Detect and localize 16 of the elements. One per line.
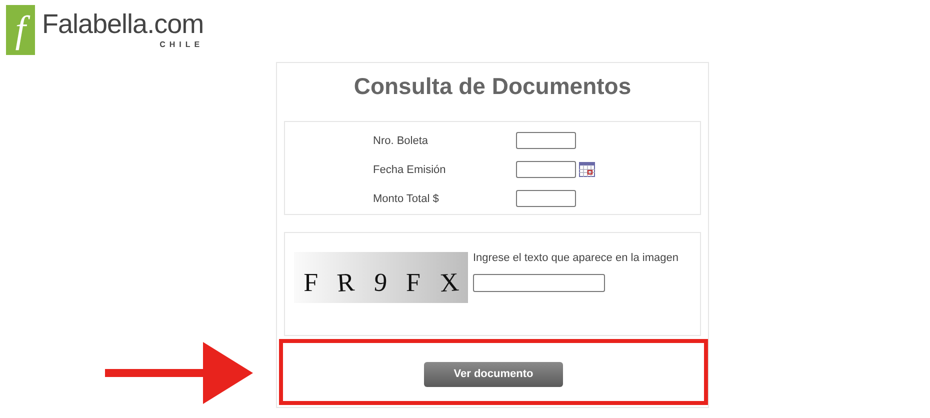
logo-name: Falabella.com bbox=[42, 11, 204, 38]
input-field[interactable] bbox=[516, 161, 576, 178]
logo-mark: f bbox=[6, 5, 35, 55]
view-document-button[interactable]: Ver documento bbox=[424, 362, 563, 386]
field-label: Nro. Boleta bbox=[373, 134, 430, 146]
captcha-prompt: Ingrese el texto que aparece en la imagen bbox=[473, 252, 678, 264]
captcha-image: F R 9 F X bbox=[294, 252, 468, 303]
field-label: Fecha Emisión bbox=[373, 164, 447, 176]
logo-country: CHILE bbox=[160, 40, 204, 49]
field-label: Monto Total $ bbox=[373, 192, 440, 204]
arrow-icon bbox=[105, 342, 253, 404]
input-field[interactable] bbox=[516, 190, 576, 207]
captcha-input[interactable] bbox=[473, 274, 605, 292]
input-field[interactable] bbox=[516, 132, 576, 149]
page-title: Consulta de Documentos bbox=[354, 73, 632, 101]
calendar-icon[interactable] bbox=[579, 162, 595, 177]
